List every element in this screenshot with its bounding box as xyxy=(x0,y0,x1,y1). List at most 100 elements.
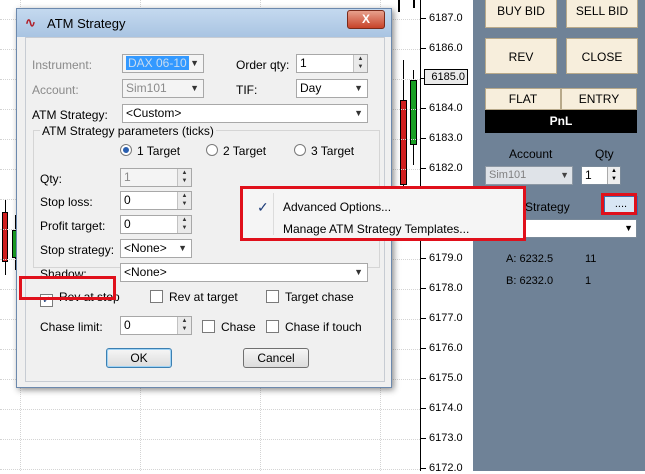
updown-icon[interactable]: ▲ ▼ xyxy=(177,169,191,186)
ok-button[interactable]: OK xyxy=(106,348,172,368)
one-target-label: 1 Target xyxy=(137,144,181,158)
chase-checkbox[interactable]: Chase xyxy=(202,320,256,334)
chase-limit-value: 0 xyxy=(124,318,131,332)
atm-strategy-label: ATM Strategy: xyxy=(32,108,108,122)
highlight-box xyxy=(19,276,116,300)
panel-account-select[interactable]: Sim101 ▼ xyxy=(485,166,573,185)
profit-target-value: 0 xyxy=(124,217,131,231)
tif-value: Day xyxy=(300,81,322,95)
chevron-down-icon: ▼ xyxy=(354,267,363,277)
checkbox-icon xyxy=(266,320,279,333)
three-target-radio[interactable]: 3 Target xyxy=(294,144,354,158)
price-tick: 6173.0 xyxy=(421,432,463,444)
order-a-price: A: 6232.5 xyxy=(506,253,554,265)
stop-loss-label: Stop loss: xyxy=(40,195,93,209)
price-tick: 6172.0 xyxy=(421,462,463,474)
instrument-label: Instrument: xyxy=(32,58,93,72)
chase-label: Chase xyxy=(221,320,256,334)
updown-icon[interactable]: ▲ ▼ xyxy=(353,55,367,72)
chevron-down-icon: ▼ xyxy=(190,83,199,93)
order-a-qty: 11 xyxy=(585,253,597,265)
two-target-radio[interactable]: 2 Target xyxy=(206,144,266,158)
menu-item-advanced-options[interactable]: Advanced Options... xyxy=(283,200,391,214)
one-target-radio[interactable]: 1 Target xyxy=(120,144,180,158)
grid-line xyxy=(0,439,420,440)
chase-limit-label: Chase limit: xyxy=(40,320,103,334)
chevron-down-icon: ▼ xyxy=(190,58,199,68)
grid-line xyxy=(0,409,420,410)
tif-select[interactable]: Day ▼ xyxy=(296,79,368,98)
chevron-down-icon: ▼ xyxy=(354,108,363,118)
stop-loss-input[interactable]: 0 ▲ ▼ xyxy=(120,191,192,210)
price-tick: 6177.0 xyxy=(421,312,463,324)
price-tick: 6184.0 xyxy=(421,102,463,114)
account-label: Account: xyxy=(32,83,79,97)
account-value: Sim101 xyxy=(126,81,167,95)
current-price-marker: 6185.0 xyxy=(424,69,468,85)
stop-strategy-label: Stop strategy: xyxy=(40,243,115,257)
instrument-select[interactable]: DAX 06-10 ▼ xyxy=(122,54,204,73)
close-button[interactable]: X xyxy=(347,10,385,29)
buy-bid-button[interactable]: BUY BID xyxy=(485,0,557,28)
price-tick: 6183.0 xyxy=(421,132,463,144)
chase-if-touch-checkbox[interactable]: Chase if touch xyxy=(266,320,362,334)
order-b-qty: 1 xyxy=(585,275,592,287)
profit-target-input[interactable]: 0 ▲ ▼ xyxy=(120,215,192,234)
chevron-down-icon: ▼ xyxy=(178,243,187,253)
account-select[interactable]: Sim101 ▼ xyxy=(122,79,204,98)
updown-icon[interactable]: ▲ ▼ xyxy=(607,167,620,184)
order-qty-input[interactable]: 1 ▲ ▼ xyxy=(296,54,368,73)
candle-body xyxy=(400,100,407,185)
target-chase-label: Target chase xyxy=(285,290,354,304)
stop-strategy-select[interactable]: <None> ▼ xyxy=(120,239,192,258)
instrument-value: DAX 06-10 xyxy=(126,56,189,70)
rev-button[interactable]: REV xyxy=(485,38,557,74)
chevron-down-icon: ▼ xyxy=(624,223,633,233)
rev-at-target-label: Rev at target xyxy=(169,290,238,304)
price-tick: 6175.0 xyxy=(421,372,463,384)
rev-at-target-checkbox[interactable]: Rev at target xyxy=(150,290,238,304)
candle-body xyxy=(413,0,415,8)
atm-strategy-select[interactable]: <Custom> ▼ xyxy=(122,104,368,123)
three-target-label: 3 Target xyxy=(311,144,355,158)
shadow-value: <None> xyxy=(124,265,167,279)
flat-status: FLAT xyxy=(485,88,561,110)
checkbox-icon xyxy=(266,290,279,303)
sell-bid-button[interactable]: SELL BID xyxy=(566,0,638,28)
pnl-display: PnL xyxy=(485,110,637,133)
qty-input[interactable]: 1 ▲ ▼ xyxy=(120,168,192,187)
close-position-button[interactable]: CLOSE xyxy=(566,38,638,74)
target-chase-checkbox[interactable]: Target chase xyxy=(266,290,354,304)
stop-strategy-value: <None> xyxy=(124,241,167,255)
price-tick: 6182.0 xyxy=(421,162,463,174)
chase-limit-input[interactable]: 0 ▲ ▼ xyxy=(120,316,192,335)
checkmark-icon: ✓ xyxy=(257,199,269,215)
price-tick: 6179.0 xyxy=(421,252,463,264)
app-logo-icon: ∿ xyxy=(25,15,36,30)
dialog-titlebar[interactable]: ∿ ATM Strategy X xyxy=(17,9,391,37)
menu-item-manage-templates[interactable]: Manage ATM Strategy Templates... xyxy=(283,222,469,236)
updown-icon[interactable]: ▲ ▼ xyxy=(177,317,191,334)
entry-status: ENTRY xyxy=(561,88,637,110)
updown-icon[interactable]: ▲ ▼ xyxy=(177,192,191,209)
cancel-button[interactable]: Cancel xyxy=(243,348,309,368)
price-tick: 6187.0 xyxy=(421,12,463,24)
panel-qty-value: 1 xyxy=(585,168,592,182)
price-tick: 6176.0 xyxy=(421,342,463,354)
updown-icon[interactable]: ▲ ▼ xyxy=(177,216,191,233)
price-tick: 6178.0 xyxy=(421,282,463,294)
tif-label: TIF: xyxy=(236,83,258,97)
order-qty-value: 1 xyxy=(300,56,307,70)
panel-qty-input[interactable]: 1 ▲ ▼ xyxy=(581,166,621,185)
qty-value: 1 xyxy=(124,170,131,184)
candle-body xyxy=(398,0,400,12)
candle-body xyxy=(2,212,8,262)
strategy-context-menu: ✓ Advanced Options... Manage ATM Strateg… xyxy=(240,186,526,241)
two-target-label: 2 Target xyxy=(223,144,267,158)
panel-qty-label: Qty xyxy=(595,147,614,161)
params-group-header: ATM Strategy parameters (ticks) xyxy=(40,124,216,138)
menu-separator xyxy=(273,193,274,235)
checkbox-icon xyxy=(150,290,163,303)
candle-body xyxy=(410,80,417,145)
shadow-select[interactable]: <None> ▼ xyxy=(120,263,368,282)
